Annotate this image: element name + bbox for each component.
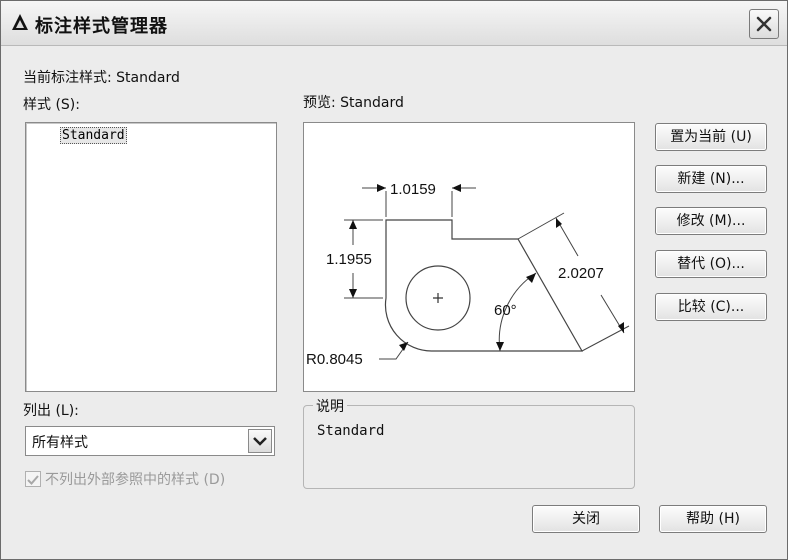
list-label: 列出 (L): bbox=[23, 403, 79, 419]
angle-arrow-bottom bbox=[496, 342, 504, 351]
description-text: Standard bbox=[317, 423, 385, 439]
styles-listbox[interactable]: Standard bbox=[25, 122, 277, 392]
dim-diagonal: 2.0207 bbox=[558, 265, 604, 282]
dimension-style-manager-dialog: 标注样式管理器 当前标注样式: Standard 样式 (S): Standar… bbox=[0, 0, 788, 560]
title-bar[interactable]: 标注样式管理器 bbox=[1, 1, 787, 46]
dim-top-width: 1.0159 bbox=[390, 181, 436, 198]
dim-radius: R0.8045 bbox=[306, 351, 363, 368]
radius-arrow bbox=[399, 342, 408, 351]
angle-arrow-top bbox=[526, 273, 536, 283]
new-style-button[interactable]: 新建 (N)... bbox=[655, 165, 767, 193]
exclude-xref-checkbox[interactable] bbox=[25, 471, 41, 487]
dim-left-height: 1.1955 bbox=[326, 251, 372, 268]
autocad-a-icon bbox=[11, 13, 29, 31]
top-arrow-left bbox=[377, 184, 386, 192]
style-item-standard[interactable]: Standard bbox=[60, 127, 127, 144]
compare-styles-button[interactable]: 比较 (C)... bbox=[655, 293, 767, 321]
list-filter-value: 所有样式 bbox=[32, 435, 88, 451]
preview-pane: 1.0159 1.1955 2.0207 60° R0.8045 bbox=[303, 122, 635, 392]
description-legend: 说明 bbox=[313, 396, 347, 416]
center-mark bbox=[433, 293, 443, 303]
dim-angle: 60° bbox=[494, 302, 517, 319]
override-style-button[interactable]: 替代 (O)... bbox=[655, 250, 767, 278]
close-icon bbox=[756, 16, 772, 32]
left-arrow-bottom bbox=[349, 289, 357, 298]
window-title: 标注样式管理器 bbox=[35, 16, 168, 37]
checkmark-icon bbox=[27, 475, 39, 485]
current-style-label: 当前标注样式: Standard bbox=[23, 70, 180, 86]
left-arrow-top bbox=[349, 220, 357, 229]
dimension-preview-drawing: 1.0159 1.1955 2.0207 60° R0.8045 bbox=[306, 181, 630, 368]
exclude-xref-label: 不列出外部参照中的样式 (D) bbox=[45, 472, 226, 488]
close-window-button[interactable] bbox=[749, 9, 779, 39]
set-current-button[interactable]: 置为当前 (U) bbox=[655, 123, 767, 151]
dropdown-arrow-button[interactable] bbox=[248, 429, 272, 453]
part-outline bbox=[384, 219, 584, 352]
chevron-down-icon bbox=[253, 437, 267, 446]
help-button[interactable]: 帮助 (H) bbox=[659, 505, 767, 533]
preview-label: 预览: Standard bbox=[303, 95, 404, 111]
diagonal-extension-lines bbox=[517, 212, 630, 352]
description-group bbox=[303, 405, 635, 489]
close-button[interactable]: 关闭 bbox=[532, 505, 640, 533]
modify-style-button[interactable]: 修改 (M)... bbox=[655, 207, 767, 235]
list-filter-dropdown[interactable]: 所有样式 bbox=[25, 426, 275, 456]
top-arrow-right bbox=[452, 184, 461, 192]
styles-label: 样式 (S): bbox=[23, 97, 80, 113]
